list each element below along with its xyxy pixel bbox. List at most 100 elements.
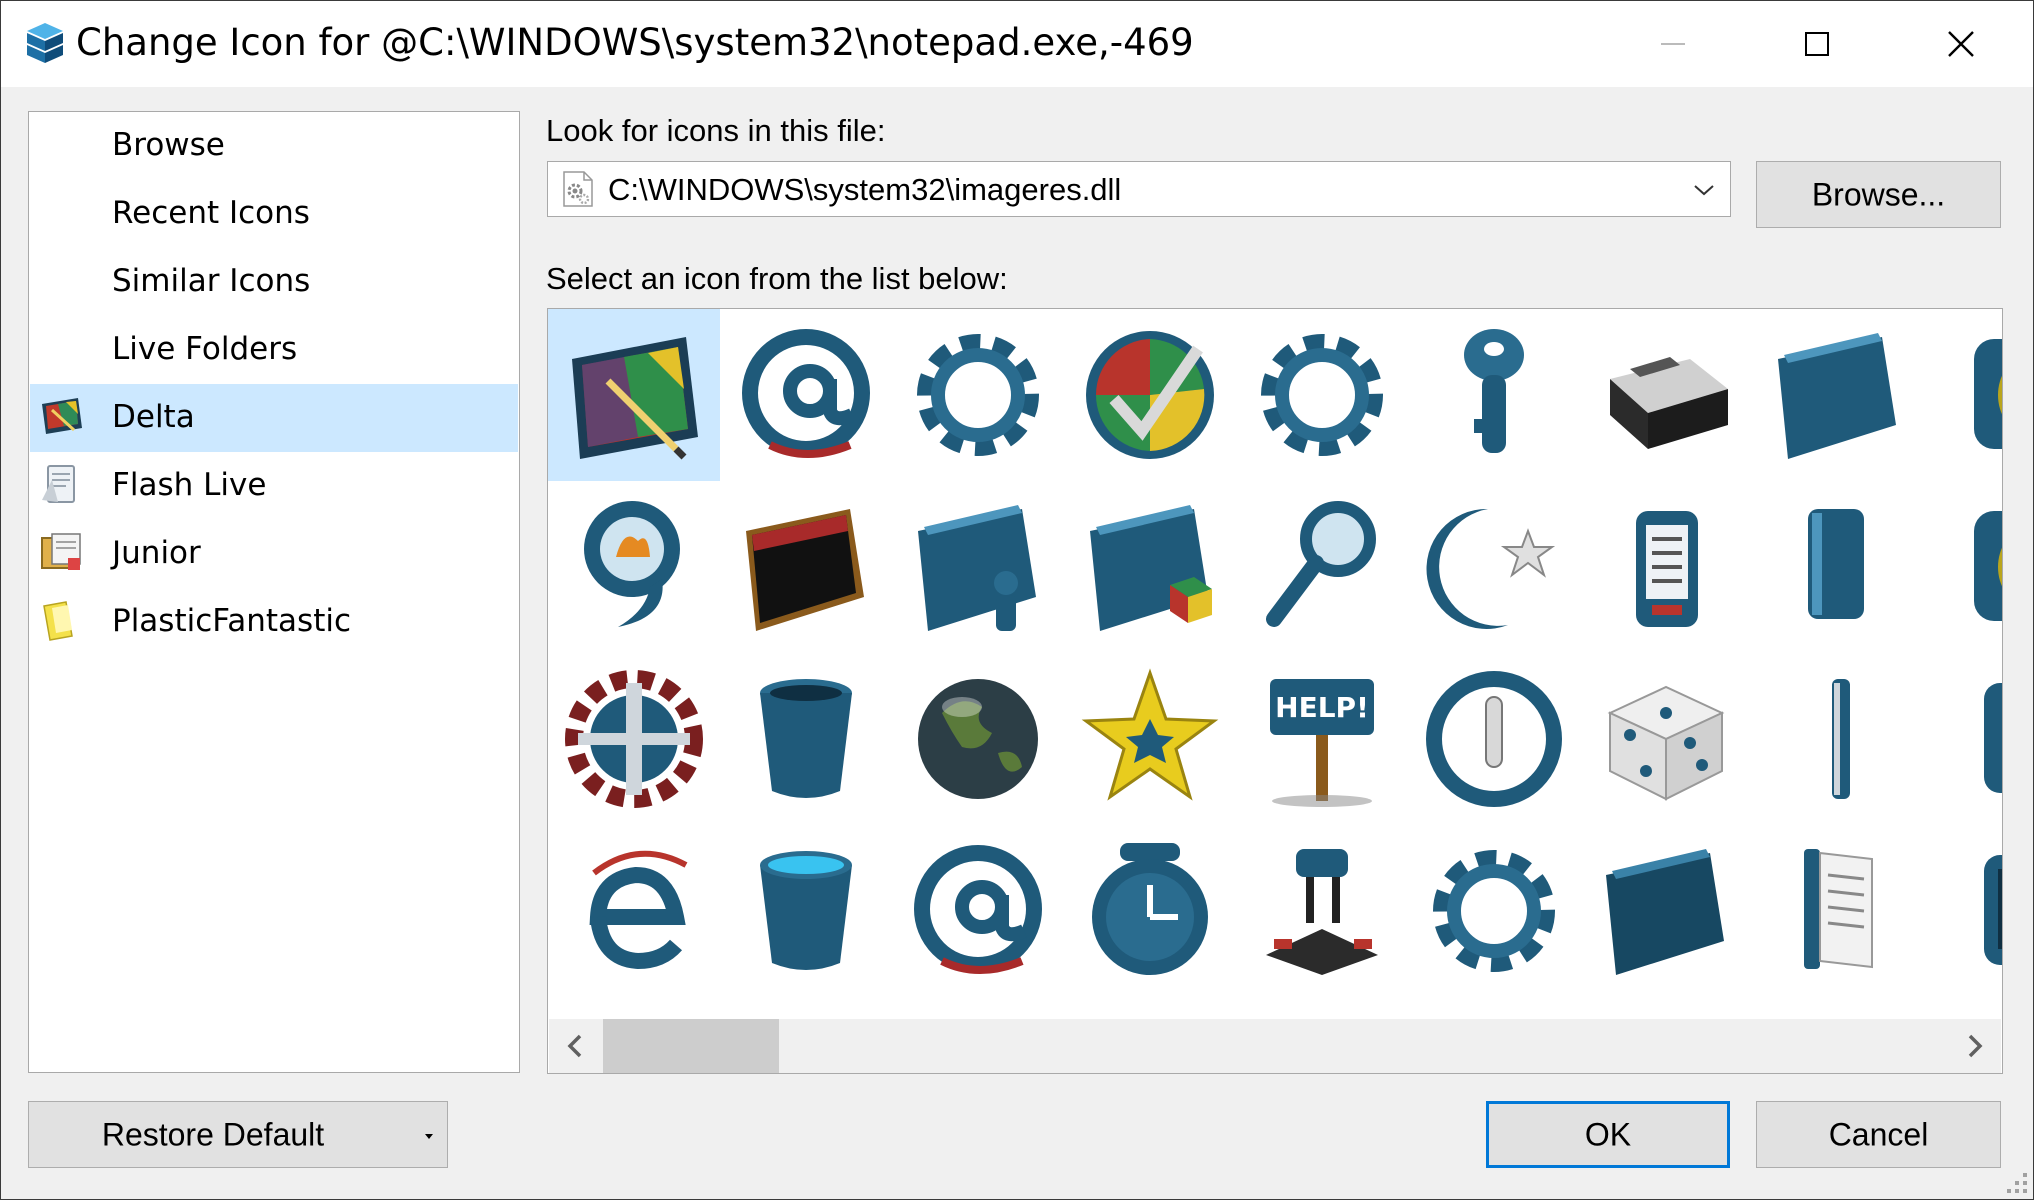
clock-icon: [1092, 843, 1208, 975]
file-label: Look for icons in this file:: [546, 113, 886, 148]
dark-folder-icon: [1606, 849, 1724, 975]
icon-cell-yellow-light[interactable]: [1924, 309, 2002, 481]
icon-cell-water-bin[interactable]: [720, 825, 892, 997]
sidebar-item-browse[interactable]: Browse: [30, 112, 518, 180]
chevron-left-icon: [567, 1034, 582, 1058]
scroll-left-button[interactable]: [549, 1019, 603, 1073]
icon-cell-key[interactable]: [1408, 309, 1580, 481]
maximize-button[interactable]: [1745, 1, 1889, 87]
trash-bin-icon: [760, 679, 852, 798]
e-logo-icon: [589, 850, 688, 970]
icon-cell-at-sign-2[interactable]: [892, 825, 1064, 997]
minimize-button[interactable]: [1601, 1, 1745, 87]
magnifier-icon: [1266, 501, 1376, 627]
help-sign-icon: HELP!: [1270, 679, 1374, 807]
icon-cell-checkmark-disc[interactable]: [1064, 309, 1236, 481]
gold-star-icon: [1081, 668, 1219, 801]
sidebar-item-recent-icons[interactable]: Recent Icons: [30, 180, 518, 248]
icon-cell-power[interactable]: [1408, 653, 1580, 825]
cube-folder-icon: [1090, 505, 1212, 631]
icon-cell-document-book[interactable]: [1752, 825, 1924, 997]
icon-cell-gold-star[interactable]: [1064, 653, 1236, 825]
icon-cell-cube-folder[interactable]: [1064, 481, 1236, 653]
printer-icon: [1610, 357, 1728, 449]
restore-default-button[interactable]: Restore Default: [28, 1101, 448, 1168]
icon-cell-earth[interactable]: [892, 653, 1064, 825]
sidebar-item-label: Junior: [112, 535, 201, 571]
icon-cell-clock[interactable]: [1064, 825, 1236, 997]
icon-cell-gear-3[interactable]: [1408, 825, 1580, 997]
cube-stack-icon: [27, 23, 63, 63]
icon-cell-yellow-light-2[interactable]: [1924, 481, 2002, 653]
book-icon: [1808, 509, 1864, 619]
icon-cell-chair[interactable]: [1236, 825, 1408, 997]
sidebar-item-label: Browse: [112, 127, 225, 163]
sidebar-item-live-folders[interactable]: Live Folders: [30, 316, 518, 384]
horizontal-scrollbar[interactable]: [549, 1019, 2001, 1073]
sidebar-item-label: Similar Icons: [112, 263, 311, 299]
sidebar-item-similar-icons[interactable]: Similar Icons: [30, 248, 518, 316]
checkmark-disc-icon: [1086, 331, 1214, 459]
icon-cell-paint-folder[interactable]: [548, 309, 720, 481]
browse-button[interactable]: Browse...: [1756, 161, 2001, 228]
icon-cell-e-logo[interactable]: [548, 825, 720, 997]
user-folder-icon: [918, 505, 1036, 631]
caret-down-icon[interactable]: [423, 1132, 435, 1140]
icon-cell-trash-bin[interactable]: [720, 653, 892, 825]
sidebar-item-label: Live Folders: [112, 331, 298, 367]
flash-live-icon: [42, 465, 75, 503]
icon-cell-gear-2[interactable]: [1236, 309, 1408, 481]
icon-cell-gear[interactable]: [892, 309, 1064, 481]
ok-button[interactable]: OK: [1486, 1101, 1730, 1168]
icon-cell-help-sign[interactable]: HELP!: [1236, 653, 1408, 825]
title-bar: Change Icon for @C:\WINDOWS\system32\not…: [1, 1, 2033, 87]
scroll-thumb[interactable]: [603, 1019, 779, 1073]
flame-swirl-icon: [584, 501, 680, 627]
scroll-right-button[interactable]: [1947, 1019, 2001, 1073]
at-sign-icon: [742, 329, 870, 458]
chevron-right-icon: [1968, 1034, 1983, 1058]
icon-cell-globe-gear[interactable]: [548, 653, 720, 825]
icon-cell-crescent-star[interactable]: [1408, 481, 1580, 653]
close-button[interactable]: [1889, 1, 2033, 87]
key-icon: [1464, 329, 1524, 453]
sidebar-item-junior[interactable]: Junior: [30, 520, 518, 588]
browse-button-label: Browse...: [1811, 176, 1946, 212]
at-sign-icon: [914, 845, 1042, 974]
window-title: Change Icon for @C:\WINDOWS\system32\not…: [76, 21, 1194, 64]
sidebar-item-flash-live[interactable]: Flash Live: [30, 452, 518, 520]
sidebar-item-label: Recent Icons: [112, 195, 310, 231]
icon-cell-blue-folder[interactable]: [1752, 309, 1924, 481]
remote-control-icon: [1636, 511, 1698, 627]
ok-button-label: OK: [1584, 1116, 1632, 1152]
chevron-down-icon[interactable]: [1692, 178, 1716, 202]
monitor-icon: [1984, 855, 2002, 965]
icon-cell-printer[interactable]: [1580, 309, 1752, 481]
icon-cell-monitor[interactable]: [1924, 825, 2002, 997]
icon-cell-dice[interactable]: [1580, 653, 1752, 825]
thin-book-icon: [1832, 679, 1850, 799]
icon-cell-at-sign[interactable]: [720, 309, 892, 481]
cancel-button[interactable]: Cancel: [1756, 1101, 2001, 1168]
maximize-icon: [1805, 32, 1829, 56]
file-path-combo[interactable]: C:\WINDOWS\system32\imageres.dll: [547, 161, 1731, 217]
file-path-text: C:\WINDOWS\system32\imageres.dll: [608, 172, 1122, 207]
sidebar-item-plasticfantastic[interactable]: PlasticFantastic: [30, 588, 518, 656]
icon-cell-dark-folder[interactable]: [1580, 825, 1752, 997]
icon-cell-remote-control[interactable]: [1580, 481, 1752, 653]
icon-cell-brown-box[interactable]: [1924, 653, 2002, 825]
resize-grip-icon[interactable]: [2001, 1167, 2029, 1195]
icon-grid: HELP!: [547, 308, 2003, 1074]
icon-cell-flame-swirl[interactable]: [548, 481, 720, 653]
earth-icon: [918, 679, 1038, 799]
plastic-folder-icon: [43, 601, 73, 641]
icon-cell-thin-book[interactable]: [1752, 653, 1924, 825]
icon-cell-book[interactable]: [1752, 481, 1924, 653]
icon-cell-red-black-folder[interactable]: [720, 481, 892, 653]
icon-cell-magnifier[interactable]: [1236, 481, 1408, 653]
cancel-button-label: Cancel: [1828, 1116, 1929, 1152]
gear-icon: [1261, 334, 1383, 456]
sidebar-item-delta[interactable]: Delta: [30, 384, 518, 452]
icon-cell-user-folder[interactable]: [892, 481, 1064, 653]
minimize-icon: [1661, 43, 1685, 45]
